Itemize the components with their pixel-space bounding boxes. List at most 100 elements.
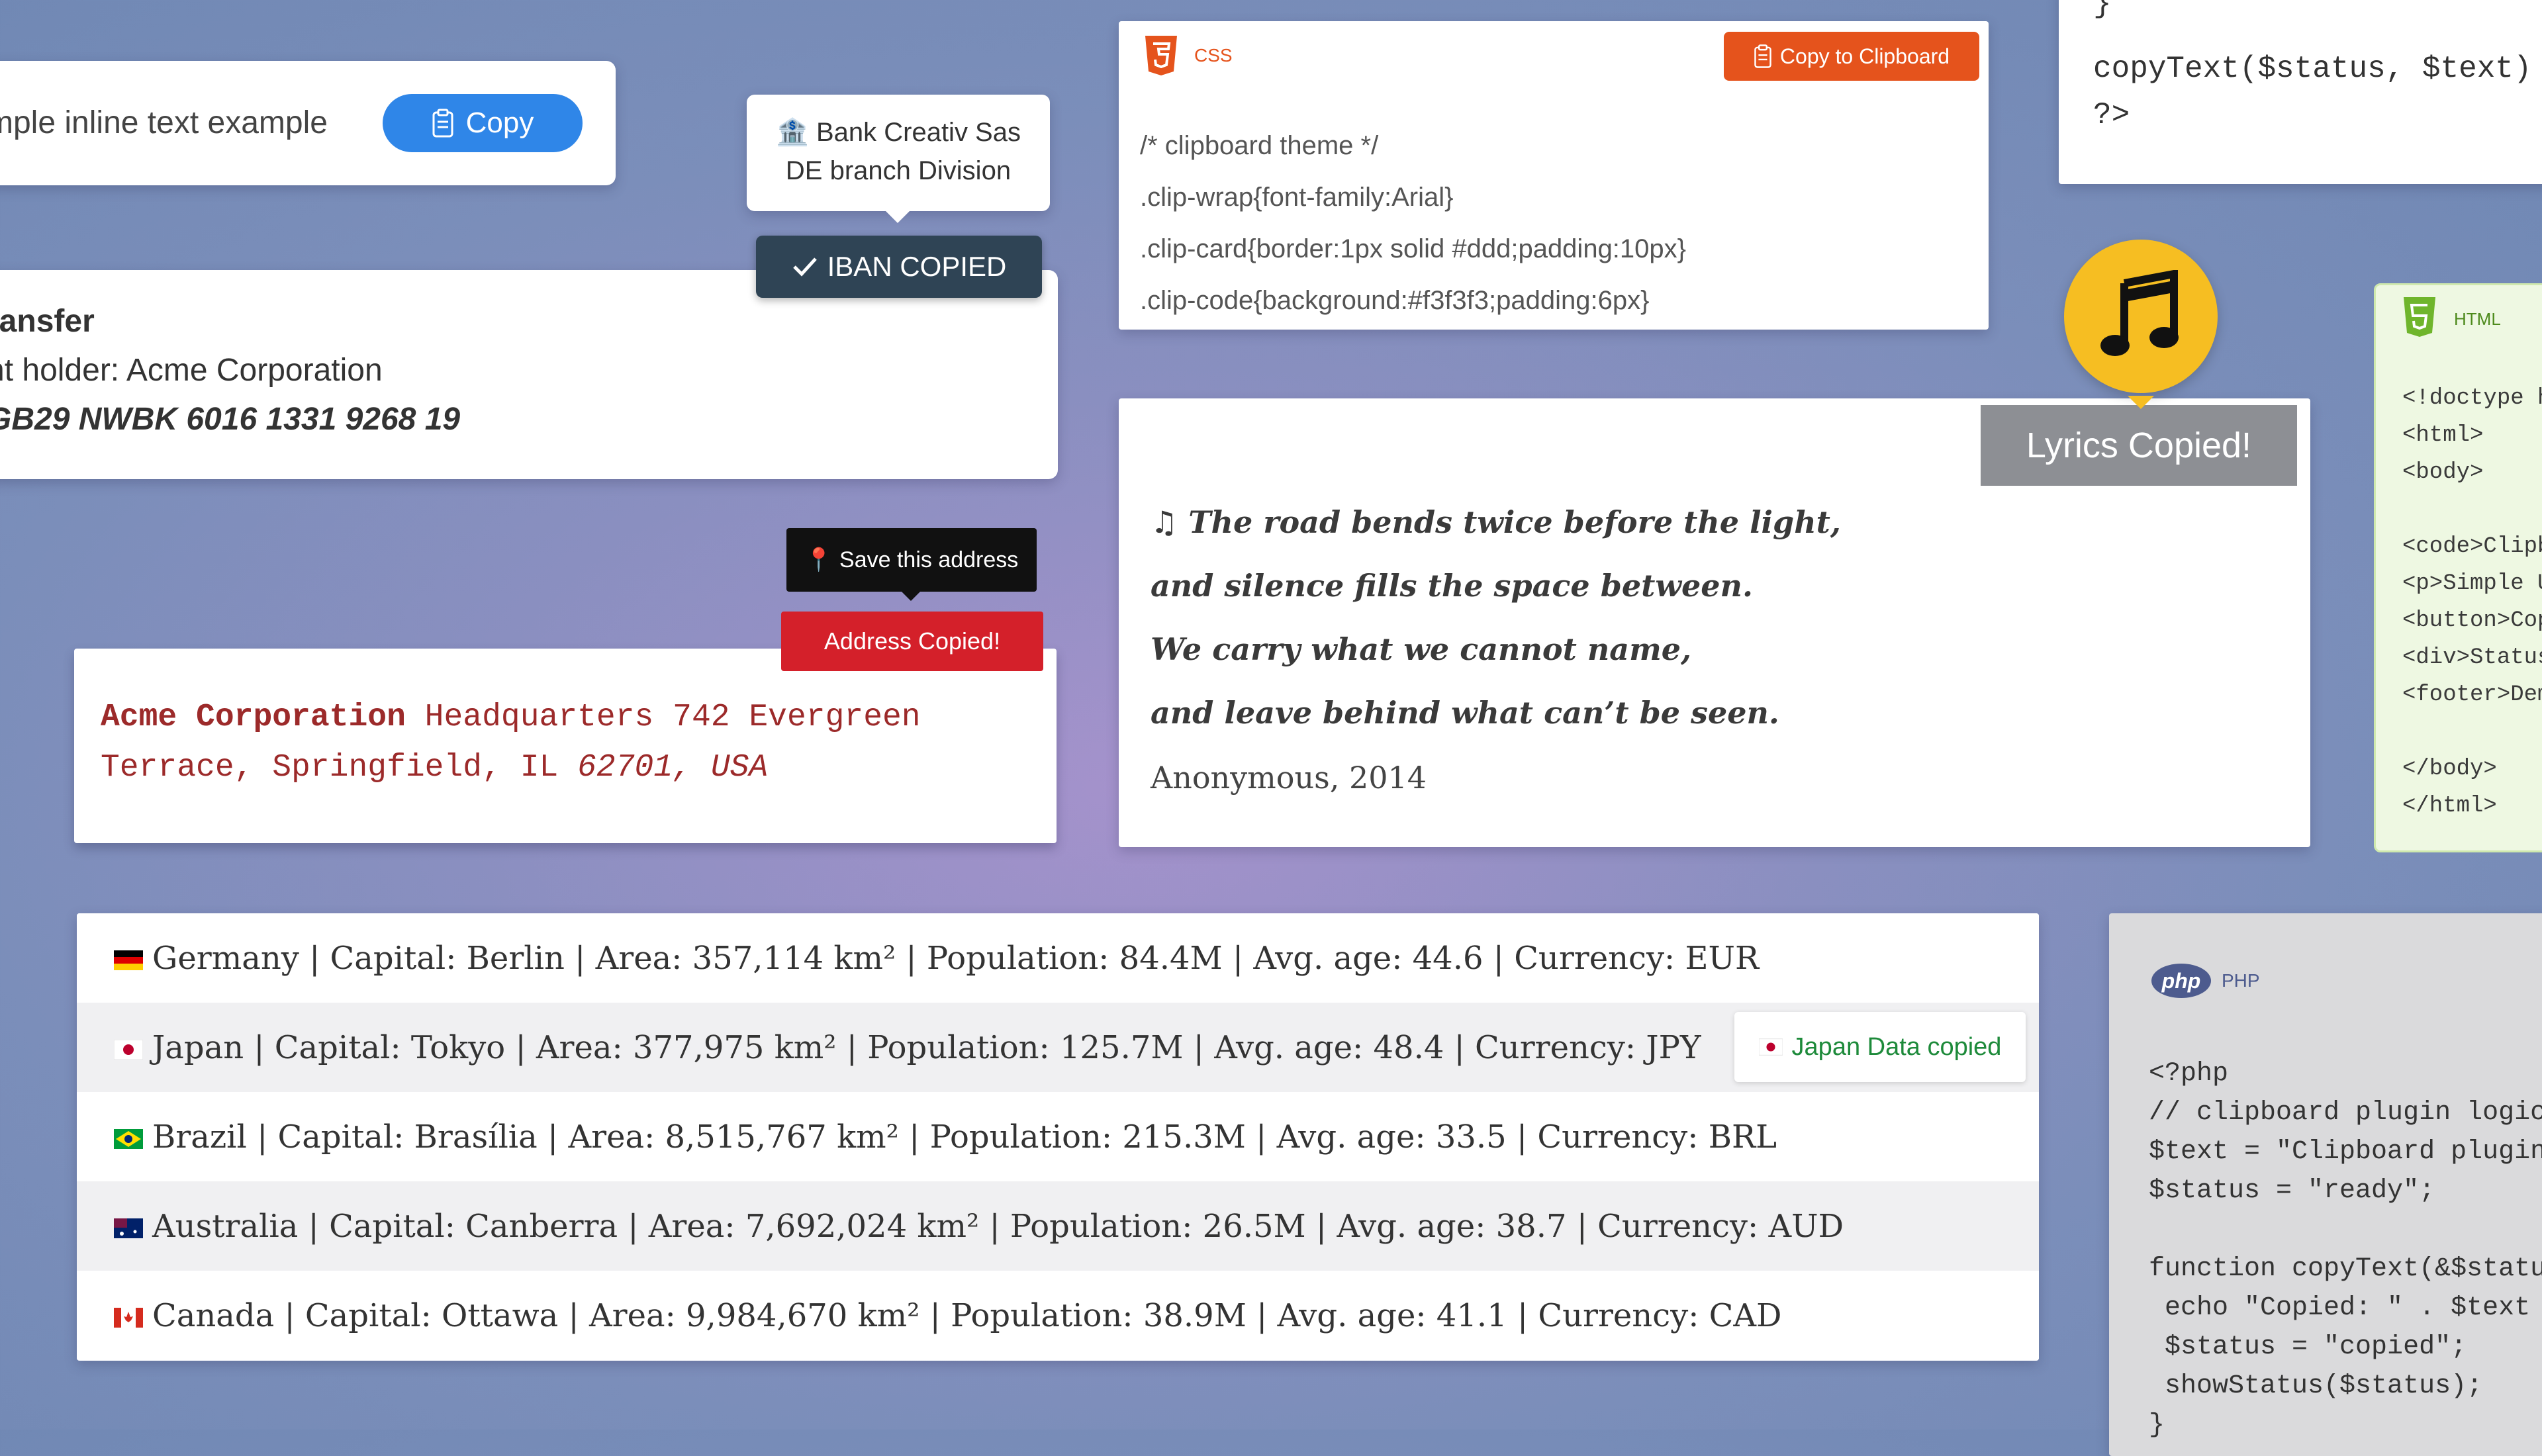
japan-copied-label: Japan Data copied — [1791, 1032, 2002, 1061]
country-text: Canada | Capital: Ottawa | Area: 9,984,6… — [114, 1297, 1782, 1334]
code-line: .clip-wrap{font-family:Arial} — [1140, 183, 1454, 212]
flag-jp-icon — [114, 1040, 143, 1060]
inline-copy-card: mple inline text example Copy — [0, 61, 616, 185]
address-text: Acme Corporation Headquarters 742 Evergr… — [101, 692, 1027, 793]
lyric-line-4: and leave behind what can’t be seen. — [1151, 695, 1779, 731]
lyric-line-1: ♫ The road bends twice before the light, — [1151, 504, 1841, 540]
code-line: copyText($status, $text) — [2093, 52, 2532, 86]
clipboard-icon — [1754, 44, 1771, 68]
company-name: Acme Corporation — [101, 700, 406, 735]
country-text: Japan | Capital: Tokyo | Area: 377,975 k… — [114, 1029, 1701, 1066]
save-address-tooltip: 📍 Save this address — [786, 528, 1037, 601]
html-code-card: HTML <!doctype h <html> <body> <code>Cli… — [2374, 283, 2542, 852]
code-line: <div>Status — [2402, 645, 2542, 670]
code-line: </html> — [2402, 794, 2497, 819]
flag-au-icon — [114, 1218, 143, 1238]
country-label: Japan | Capital: Tokyo | Area: 377,975 k… — [152, 1028, 1701, 1066]
address-card: Acme Corporation Headquarters 742 Evergr… — [74, 649, 1057, 843]
country-text: Germany | Capital: Berlin | Area: 357,11… — [114, 940, 1759, 977]
bank-icon: 🏦 — [776, 118, 809, 147]
code-line: /* clipboard theme */ — [1140, 131, 1379, 160]
lyric-text: The road bends twice before the light, — [1188, 504, 1841, 540]
code-line: .clip-card{border:1px solid #ddd;padding… — [1140, 234, 1687, 263]
transfer-card: ransfer nt holder: Acme Corporation GB29… — [0, 270, 1058, 479]
code-line: function copyText(&$status — [2149, 1254, 2542, 1284]
save-address-label: Save this address — [839, 547, 1019, 572]
music-note-icon: ♫ — [1151, 504, 1178, 540]
country-text: Australia | Capital: Canberra | Area: 7,… — [114, 1208, 1844, 1245]
iban-copied-badge: IBAN COPIED — [756, 236, 1042, 298]
code-line: // clipboard plugin logic — [2149, 1098, 2542, 1128]
code-line: <body> — [2402, 460, 2484, 485]
bank-name: Bank Creativ Sas — [816, 118, 1021, 147]
country-list: Germany | Capital: Berlin | Area: 357,11… — [77, 913, 2039, 1361]
list-item[interactable]: Australia | Capital: Canberra | Area: 7,… — [77, 1181, 2039, 1272]
copy-button-label: Copy — [465, 107, 534, 139]
copy-to-clipboard-label: Copy to Clipboard — [1779, 44, 1950, 68]
copy-button[interactable]: Copy — [383, 94, 583, 152]
clipboard-icon — [432, 109, 453, 138]
lyric-attribution: Anonymous, 2014 — [1151, 760, 1427, 796]
country-text: Brazil | Capital: Brasília | Area: 8,515… — [114, 1118, 1777, 1156]
code-line: echo "Copied: " . $text . — [2149, 1293, 2542, 1323]
code-line: </body> — [2402, 756, 2497, 782]
code-line: <html> — [2402, 423, 2484, 448]
code-line: $status = "ready"; — [2149, 1176, 2435, 1206]
lyrics-copied-badge: Lyrics Copied! — [1981, 405, 2297, 486]
code-line: <!doctype h — [2402, 386, 2542, 411]
address-copied-badge: Address Copied! — [781, 612, 1043, 671]
address-postal: 62701, USA — [577, 750, 769, 786]
country-label: Canada | Capital: Ottawa | Area: 9,984,6… — [152, 1297, 1782, 1334]
country-label: Brazil | Capital: Brasília | Area: 8,515… — [152, 1118, 1777, 1156]
inline-text: mple inline text example — [0, 105, 328, 140]
japan-copied-badge: Japan Data copied — [1734, 1012, 2026, 1082]
address-line: Terrace, Springfield, IL — [101, 750, 578, 786]
bank-name-line: 🏦 Bank Creativ Sas — [747, 113, 1050, 152]
code-line: ?> — [2093, 98, 2130, 132]
code-line: showStatus($status); — [2149, 1371, 2483, 1401]
code-line: .clip-code{background:#f3f3f3;padding:6p… — [1140, 286, 1650, 315]
code-line: <?php — [2149, 1059, 2229, 1089]
address-line: Headquarters 742 Evergreen — [405, 700, 921, 735]
lyric-line-2: and silence fills the space between. — [1151, 568, 1753, 604]
music-bubble — [2064, 240, 2218, 409]
country-label: Australia | Capital: Canberra | Area: 7,… — [152, 1207, 1844, 1245]
code-line: } — [2149, 1410, 2165, 1440]
code-line: <button>Cop — [2402, 608, 2542, 633]
flag-ca-icon — [114, 1308, 143, 1328]
lyrics-card: Lyrics Copied! ♫ The road bends twice be… — [1119, 398, 2310, 847]
lyric-line-3: We carry what we cannot name, — [1151, 631, 1692, 667]
code-line: $text = "Clipboard plugin — [2149, 1137, 2542, 1167]
code-line: } — [2093, 0, 2112, 21]
code-line: <p>Simple U — [2402, 571, 2542, 596]
country-label: Germany | Capital: Berlin | Area: 357,11… — [152, 939, 1760, 977]
list-item[interactable]: Japan | Capital: Tokyo | Area: 377,975 k… — [77, 1003, 2039, 1093]
bank-branch: DE branch Division — [785, 156, 1012, 185]
music-note-icon — [2100, 270, 2179, 356]
copy-to-clipboard-button[interactable]: Copy to Clipboard — [1724, 32, 1979, 81]
code-line: <code>Clipb — [2402, 534, 2542, 559]
flag-br-icon — [114, 1129, 143, 1149]
html5-icon — [2404, 297, 2435, 337]
list-item[interactable]: Germany | Capital: Berlin | Area: 357,11… — [77, 913, 2039, 1004]
php-snippet-card: } copyText($status, $text) ?> — [2059, 0, 2542, 184]
check-icon — [792, 257, 817, 277]
bank-tooltip: 🏦 Bank Creativ Sas DE branch Division — [747, 95, 1050, 223]
php-logo-icon: php — [2151, 964, 2211, 998]
css-tag: CSS — [1194, 45, 1233, 66]
account-holder: nt holder: Acme Corporation — [0, 353, 383, 388]
flag-de-icon — [114, 950, 143, 970]
transfer-heading: ransfer — [0, 304, 95, 339]
iban-value: GB29 NWBK 6016 1331 9268 19 — [0, 402, 461, 437]
code-line: <footer>Dem — [2402, 682, 2542, 707]
php-code-card: php PHP <?php // clipboard plugin logic … — [2109, 913, 2542, 1456]
css3-icon — [1145, 36, 1177, 75]
php-tag: PHP — [2222, 970, 2260, 991]
iban-copied-label: IBAN COPIED — [827, 251, 1007, 282]
list-item[interactable]: Canada | Capital: Ottawa | Area: 9,984,6… — [77, 1271, 2039, 1360]
code-line: $status = "copied"; — [2149, 1332, 2467, 1362]
html-tag: HTML — [2454, 309, 2501, 329]
pin-icon: 📍 — [804, 547, 833, 572]
list-item[interactable]: Brazil | Capital: Brasília | Area: 8,515… — [77, 1092, 2039, 1183]
css-code-card: CSS Copy to Clipboard /* clipboard theme… — [1119, 21, 1989, 330]
